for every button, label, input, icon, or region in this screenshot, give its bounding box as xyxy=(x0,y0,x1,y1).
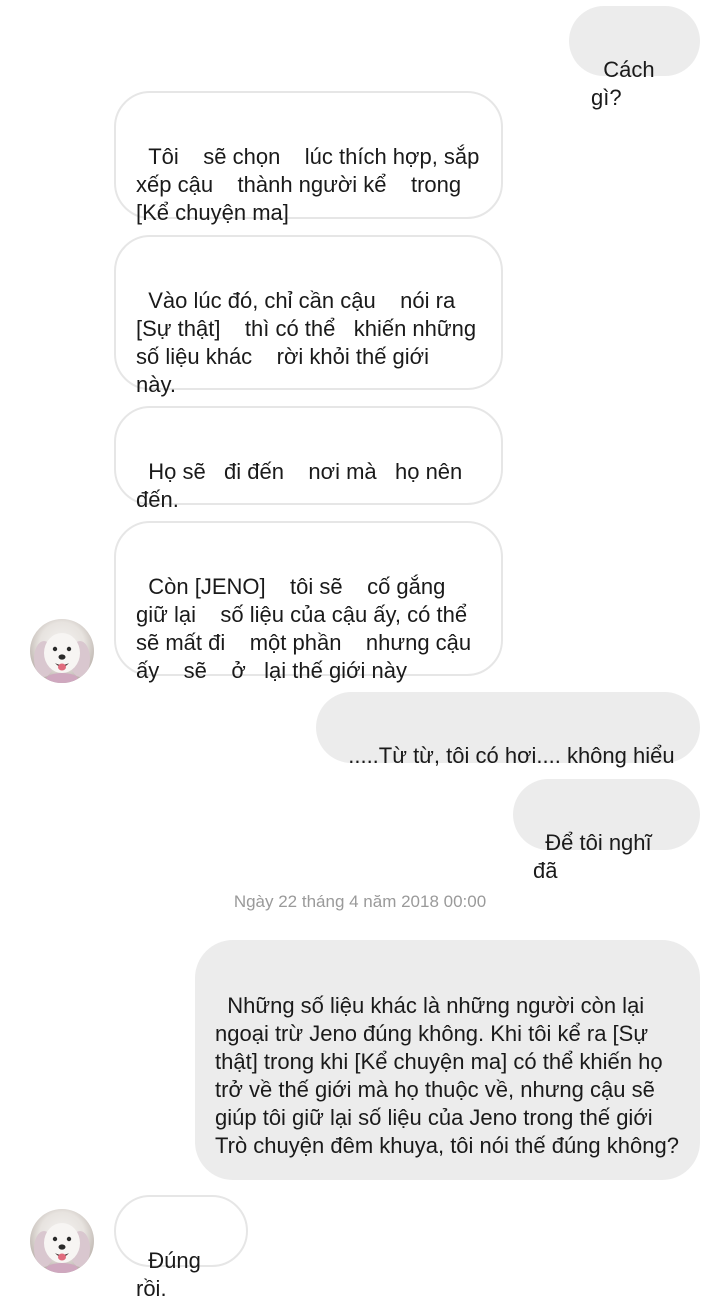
date-timestamp: Ngày 22 tháng 4 năm 2018 00:00 xyxy=(233,892,487,911)
message-text: Tôi sẽ chọn lúc thích hợp, sắp xếp cậu t… xyxy=(136,144,486,225)
message-text: Đúng rồi. xyxy=(136,1248,207,1301)
contact-avatar[interactable] xyxy=(30,1209,94,1273)
message-text: .....Từ từ, tôi có hơi.... không hiểu xyxy=(348,743,675,768)
message-text: Vào lúc đó, chỉ cần cậu nói ra [Sự thật]… xyxy=(136,288,483,397)
incoming-message-bubble[interactable]: Họ sẽ đi đến nơi mà họ nên đến. xyxy=(114,406,503,512)
incoming-message-bubble[interactable]: Còn [JENO] tôi sẽ cố gắng giữ lại số liệ… xyxy=(114,521,503,683)
outgoing-message-bubble[interactable]: .....Từ từ, tôi có hơi.... không hiểu xyxy=(316,692,700,768)
contact-avatar[interactable] xyxy=(30,619,94,683)
incoming-message-bubble[interactable]: Đúng rồi. xyxy=(114,1195,248,1301)
incoming-message-bubble[interactable]: Tôi sẽ chọn lúc thích hợp, sắp xếp cậu t… xyxy=(114,91,503,225)
message-text: Cách gì? xyxy=(591,57,661,110)
outgoing-message-bubble[interactable]: Để tôi nghĩ đã xyxy=(513,779,700,883)
message-text: Họ sẽ đi đến nơi mà họ nên đến. xyxy=(136,459,469,512)
message-text: Để tôi nghĩ đã xyxy=(533,830,658,883)
samoyed-dog-avatar-icon xyxy=(34,633,90,683)
outgoing-message-bubble[interactable]: Cách gì? xyxy=(569,6,700,110)
message-text: Những số liệu khác là những người còn lạ… xyxy=(215,993,679,1158)
message-text: Còn [JENO] tôi sẽ cố gắng giữ lại số liệ… xyxy=(136,574,478,683)
incoming-message-bubble[interactable]: Vào lúc đó, chỉ cần cậu nói ra [Sự thật]… xyxy=(114,235,503,397)
outgoing-message-bubble[interactable]: Những số liệu khác là những người còn lạ… xyxy=(195,940,700,1180)
samoyed-dog-avatar-icon xyxy=(34,1223,90,1273)
